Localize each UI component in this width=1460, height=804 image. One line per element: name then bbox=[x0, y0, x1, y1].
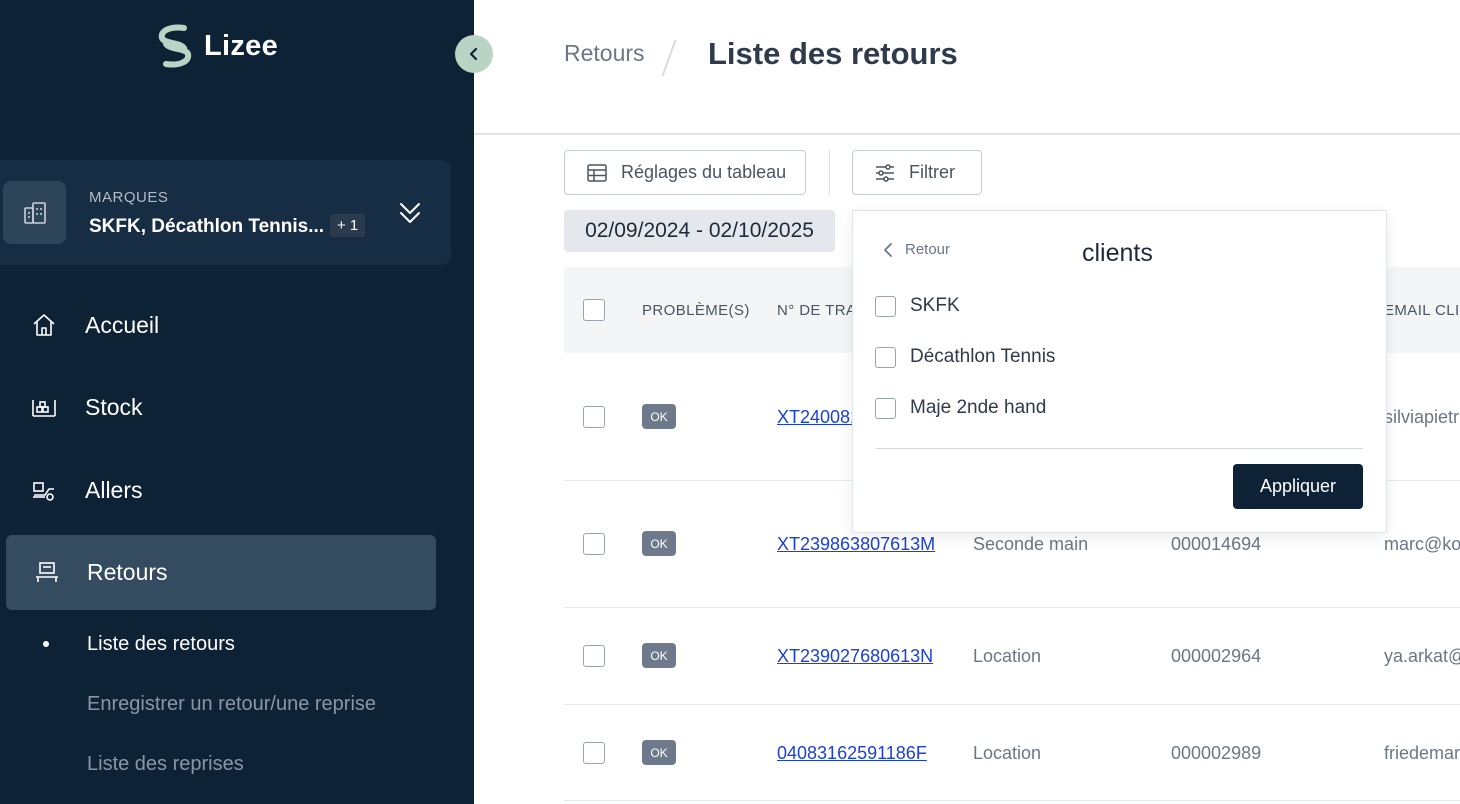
sub-item-liste-des-retours[interactable]: Liste des retours bbox=[87, 633, 235, 656]
order-cell: 000014694 bbox=[1171, 534, 1262, 554]
brand-selector[interactable]: MARQUES SKFK, Décathlon Tennis... + 1 bbox=[0, 160, 451, 265]
email-cell: marc@ko bbox=[1384, 534, 1460, 554]
status-badge: OK bbox=[642, 404, 676, 429]
row-checkbox[interactable] bbox=[583, 406, 605, 428]
table-settings-button[interactable]: Réglages du tableau bbox=[564, 150, 806, 195]
filter-popover: Retour clients SKFK Décathlon Tennis Maj… bbox=[852, 210, 1387, 533]
type-cell: Seconde main bbox=[973, 534, 1089, 554]
type-cell: Location bbox=[973, 646, 1042, 666]
popover-divider bbox=[876, 448, 1363, 449]
brand-label: MARQUES bbox=[89, 189, 169, 206]
tracking-link[interactable]: 04083162591186F bbox=[777, 743, 927, 764]
filter-sliders-icon bbox=[876, 163, 894, 182]
chevron-left-icon bbox=[469, 47, 478, 61]
brand-extra-count-badge: + 1 bbox=[330, 214, 366, 237]
nav-item-accueil[interactable]: Accueil bbox=[0, 295, 474, 355]
popover-title: clients bbox=[1082, 239, 1153, 267]
nav-item-allers[interactable]: Allers bbox=[0, 460, 474, 520]
sub-item-liste-des-reprises[interactable]: Liste des reprises bbox=[87, 753, 244, 776]
column-header-email[interactable]: EMAIL CLI bbox=[1384, 302, 1460, 319]
select-all-checkbox[interactable] bbox=[583, 299, 605, 321]
row-checkbox[interactable] bbox=[583, 533, 605, 555]
column-header-tracking[interactable]: N° DE TRA bbox=[777, 302, 856, 319]
option-checkbox[interactable] bbox=[875, 295, 896, 317]
order-cell: 000002964 bbox=[1171, 646, 1262, 666]
logo-text: Lizee bbox=[204, 29, 279, 62]
nav-label: Allers bbox=[85, 476, 143, 503]
column-header-problemes[interactable]: PROBLÈME(S) bbox=[642, 302, 750, 319]
filter-option[interactable]: Maje 2nde hand bbox=[875, 397, 1046, 419]
filter-option[interactable]: SKFK bbox=[875, 295, 960, 317]
tracking-link[interactable]: XT239863807613M bbox=[777, 534, 935, 555]
type-cell: Location bbox=[973, 743, 1042, 763]
status-badge: OK bbox=[642, 740, 676, 765]
active-bullet bbox=[43, 641, 49, 647]
nav-label: Stock bbox=[85, 393, 143, 420]
sub-item-enregistrer-retour[interactable]: Enregistrer un retour/une reprise bbox=[87, 693, 376, 716]
option-label: Maje 2nde hand bbox=[910, 397, 1047, 418]
nav-item-stock[interactable]: Stock bbox=[0, 377, 474, 437]
email-cell: friedemar bbox=[1384, 743, 1460, 763]
breadcrumb-separator bbox=[661, 40, 677, 76]
option-label: SKFK bbox=[910, 295, 960, 316]
logo[interactable]: Lizee bbox=[154, 24, 278, 68]
filter-button[interactable]: Filtrer bbox=[852, 150, 982, 195]
row-checkbox[interactable] bbox=[583, 645, 605, 667]
brand-value: SKFK, Décathlon Tennis... bbox=[89, 216, 325, 237]
row-divider bbox=[564, 704, 1460, 705]
delivery-icon bbox=[30, 476, 58, 504]
nav-item-retours[interactable]: Retours bbox=[0, 542, 474, 602]
toolbar-divider bbox=[829, 150, 830, 195]
status-badge: OK bbox=[642, 643, 676, 668]
warehouse-icon bbox=[30, 393, 58, 421]
filter-label: Filtrer bbox=[909, 162, 955, 182]
breadcrumb-parent[interactable]: Retours bbox=[564, 40, 645, 67]
home-icon bbox=[30, 311, 58, 339]
double-chevron-down-icon[interactable] bbox=[398, 200, 422, 231]
table-settings-label: Réglages du tableau bbox=[621, 162, 787, 182]
email-cell: ya.arkat@ bbox=[1384, 646, 1460, 666]
order-cell: 000002989 bbox=[1171, 743, 1262, 763]
apply-button[interactable]: Appliquer bbox=[1233, 464, 1363, 509]
tracking-link[interactable]: XT239027680613N bbox=[777, 646, 933, 667]
table-icon bbox=[587, 163, 607, 182]
email-cell: silviapietr bbox=[1384, 407, 1460, 427]
chevron-left-icon bbox=[884, 242, 892, 257]
header-divider bbox=[474, 133, 1460, 135]
option-checkbox[interactable] bbox=[875, 397, 896, 419]
row-checkbox[interactable] bbox=[583, 742, 605, 764]
row-divider bbox=[564, 607, 1460, 608]
status-badge: OK bbox=[642, 531, 676, 556]
page-title: Liste des retours bbox=[708, 36, 958, 71]
option-label: Décathlon Tennis bbox=[910, 346, 1056, 367]
option-checkbox[interactable] bbox=[875, 346, 896, 368]
return-icon bbox=[33, 558, 61, 586]
filter-option[interactable]: Décathlon Tennis bbox=[875, 346, 1055, 368]
lizee-logo-icon bbox=[158, 24, 192, 68]
nav-label: Retours bbox=[87, 558, 168, 585]
popover-back-label: Retour bbox=[905, 241, 951, 258]
row-divider bbox=[564, 800, 1460, 801]
building-icon bbox=[3, 181, 66, 244]
tracking-link[interactable]: XT240081 bbox=[777, 407, 860, 428]
sidebar: Lizee MARQUES SKFK, Décathlon Tennis... … bbox=[0, 0, 474, 804]
date-range-chip[interactable]: 02/09/2024 - 02/10/2025 bbox=[564, 210, 835, 252]
nav-label: Accueil bbox=[85, 311, 160, 338]
collapse-sidebar-button[interactable] bbox=[455, 35, 493, 73]
popover-back-button[interactable]: Retour bbox=[883, 241, 950, 258]
